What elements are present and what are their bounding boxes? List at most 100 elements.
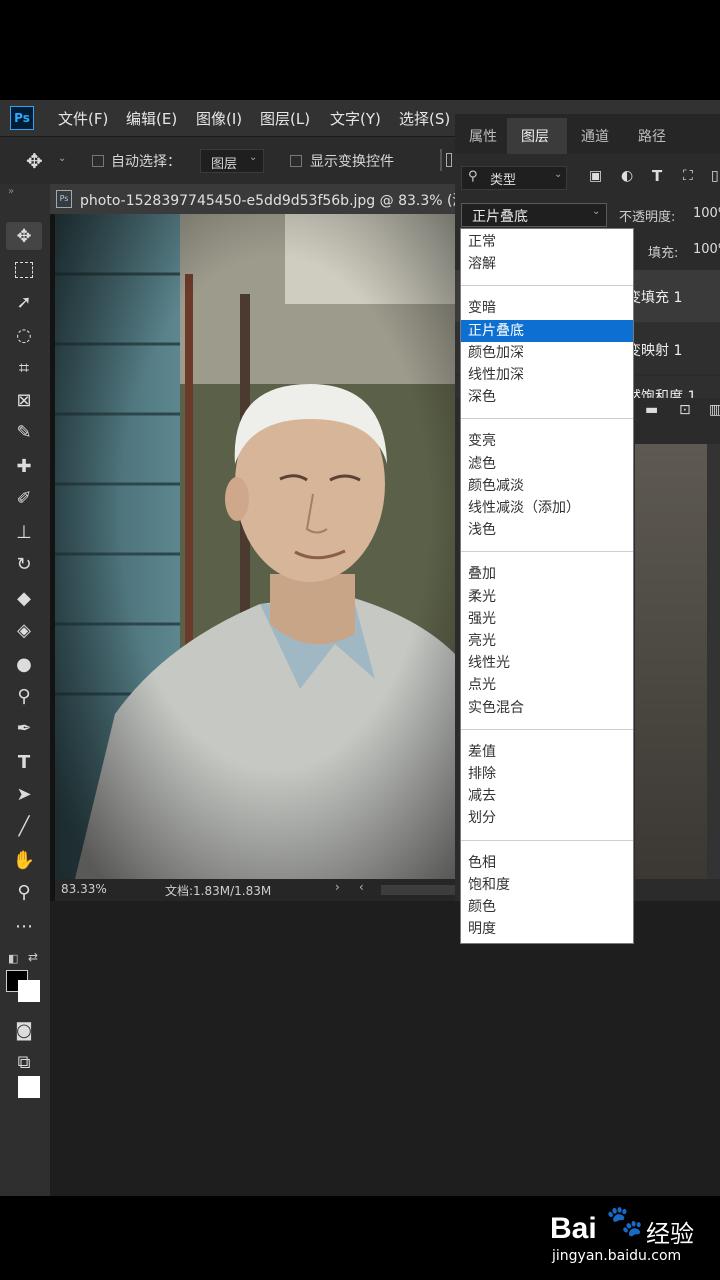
type-filter-icon[interactable]: T (652, 167, 662, 185)
blend-mode-select[interactable]: 正片叠底 ⌄ (461, 203, 607, 227)
move-tool-icon[interactable]: ✥ (10, 224, 38, 248)
blend-mode-option[interactable]: 线性加深 (461, 364, 633, 386)
chevron-down-icon[interactable]: ⌄ (58, 153, 66, 164)
pen-tool-icon[interactable]: ✒ (10, 716, 38, 740)
blur-tool-icon[interactable]: ● (10, 652, 38, 676)
menu-type[interactable]: 文字(Y) (330, 108, 381, 129)
align-icon[interactable] (446, 153, 452, 167)
blend-mode-option[interactable]: 明度 (461, 918, 633, 940)
tab-channels[interactable]: 通道 (581, 126, 609, 146)
blend-mode-option[interactable]: 线性减淡（添加） (461, 497, 633, 519)
layer-name: 变填充 1 (627, 290, 683, 306)
dodge-tool-icon[interactable]: ⚲ (10, 684, 38, 708)
menu-select[interactable]: 选择(S) (399, 108, 450, 129)
blend-mode-option[interactable]: 深色 (461, 386, 633, 408)
healing-brush-tool-icon[interactable]: ✚ (10, 454, 38, 478)
hand-tool-icon[interactable]: ✋ (10, 848, 38, 872)
collapse-icon[interactable]: » (8, 186, 14, 197)
workspace-background (50, 901, 720, 1196)
new-layer-icon[interactable]: ⊡ (679, 402, 691, 418)
folder-icon[interactable]: ▬ (645, 402, 658, 418)
blend-mode-option[interactable]: 滤色 (461, 453, 633, 475)
opacity-value[interactable]: 100% (693, 206, 720, 221)
layer-filter-select[interactable]: ⚲ 类型 ⌄ (461, 166, 567, 190)
horizontal-scrollbar[interactable] (381, 885, 455, 895)
blend-mode-option[interactable]: 强光 (461, 608, 633, 630)
zoom-tool-icon[interactable]: ⚲ (10, 880, 38, 904)
auto-select-target-select[interactable]: 图层 ⌄ (200, 149, 264, 173)
tab-paths[interactable]: 路径 (638, 126, 666, 146)
blend-mode-option[interactable]: 浅色 (461, 519, 633, 541)
blend-mode-option[interactable]: 点光 (461, 674, 633, 696)
blend-mode-option[interactable]: 正片叠底 (461, 319, 633, 342)
move-tool-icon[interactable]: ✥ (26, 149, 43, 173)
document-canvas[interactable] (55, 214, 455, 879)
zoom-level[interactable]: 83.33% (61, 882, 107, 896)
path-select-tool-icon[interactable]: ➤ (10, 782, 38, 806)
swap-colors-icon[interactable]: ⇄ (28, 950, 38, 964)
menu-separator (461, 728, 633, 730)
blend-mode-option[interactable]: 颜色减淡 (461, 475, 633, 497)
lasso-tool-icon[interactable]: ➚ (10, 290, 38, 314)
stamp-tool-icon[interactable]: ⊥ (10, 520, 38, 544)
menu-image[interactable]: 图像(I) (196, 108, 242, 129)
show-transform-checkbox[interactable] (290, 155, 302, 167)
paw-logo-icon: 🐾 (606, 1204, 644, 1239)
document-tab[interactable]: Ps photo-1528397745450-e5dd9d53f56b.jpg … (50, 184, 466, 214)
paint-bucket-tool-icon[interactable]: ◈ (10, 618, 38, 642)
screen-mode-icon[interactable]: ⧉ (10, 1050, 38, 1074)
tab-layers[interactable]: 图层 (521, 126, 549, 146)
search-icon: ⚲ (468, 169, 478, 184)
brush-tool-icon[interactable]: ✐ (10, 486, 38, 510)
quick-select-tool-icon[interactable]: ◌ (10, 323, 38, 347)
layer-name: 然饱和度 1 (627, 389, 697, 398)
blend-mode-option[interactable]: 变亮 (461, 430, 633, 452)
blend-mode-option[interactable]: 溶解 (461, 253, 633, 275)
shape-filter-icon[interactable]: ⛶ (683, 168, 693, 184)
adjustment-filter-icon[interactable]: ◐ (621, 168, 633, 184)
history-brush-tool-icon[interactable]: ↻ (10, 552, 38, 576)
menu-layer[interactable]: 图层(L) (260, 108, 310, 129)
menu-file[interactable]: 文件(F) (58, 108, 108, 129)
default-colors-icon[interactable]: ◧ (8, 952, 18, 965)
background-color-swatch[interactable] (18, 1076, 40, 1098)
chevron-left-icon[interactable]: ‹ (359, 880, 364, 894)
eraser-tool-icon[interactable]: ◆ (10, 586, 38, 610)
smart-object-filter-icon[interactable]: ▯ (711, 168, 719, 184)
blend-mode-option[interactable]: 划分 (461, 807, 633, 829)
blend-mode-option[interactable]: 变暗 (461, 297, 633, 319)
chevron-right-icon[interactable]: › (335, 880, 340, 894)
blend-mode-option[interactable]: 排除 (461, 763, 633, 785)
vertical-scrollbar[interactable] (707, 444, 720, 879)
blend-mode-option[interactable]: 减去 (461, 785, 633, 807)
blend-mode-option[interactable]: 色相 (461, 852, 633, 874)
blend-mode-option[interactable]: 正常 (461, 231, 633, 253)
frame-tool-icon[interactable]: ⊠ (10, 388, 38, 412)
brand-text-left: Bai (550, 1212, 597, 1245)
blend-mode-option[interactable]: 叠加 (461, 563, 633, 585)
blend-mode-option[interactable]: 颜色 (461, 896, 633, 918)
more-tools-icon[interactable]: ⋯ (10, 914, 38, 938)
trash-icon[interactable]: ▥ (709, 402, 720, 418)
watermark-url: jingyan.baidu.com (552, 1248, 682, 1264)
quick-mask-icon[interactable]: ◙ (10, 1018, 38, 1042)
fill-value[interactable]: 100% (693, 242, 720, 257)
blend-mode-option[interactable]: 线性光 (461, 652, 633, 674)
menu-edit[interactable]: 编辑(E) (126, 108, 177, 129)
crop-tool-icon[interactable]: ⌗ (10, 356, 38, 380)
blend-mode-option[interactable]: 差值 (461, 741, 633, 763)
pixel-filter-icon[interactable]: ▣ (589, 168, 602, 184)
type-tool-icon[interactable]: T (10, 750, 38, 774)
tab-properties[interactable]: 属性 (469, 126, 497, 146)
background-color-swatch[interactable] (18, 980, 40, 1002)
blend-mode-option[interactable]: 亮光 (461, 630, 633, 652)
marquee-tool-icon[interactable] (10, 258, 38, 282)
blend-mode-option[interactable]: 颜色加深 (461, 342, 633, 364)
auto-select-label: 自动选择： (111, 154, 181, 170)
eyedropper-tool-icon[interactable]: ✎ (10, 420, 38, 444)
blend-mode-option[interactable]: 柔光 (461, 586, 633, 608)
blend-mode-option[interactable]: 饱和度 (461, 874, 633, 896)
auto-select-checkbox[interactable] (92, 155, 104, 167)
blend-mode-option[interactable]: 实色混合 (461, 697, 633, 719)
line-tool-icon[interactable]: ╱ (10, 814, 38, 838)
